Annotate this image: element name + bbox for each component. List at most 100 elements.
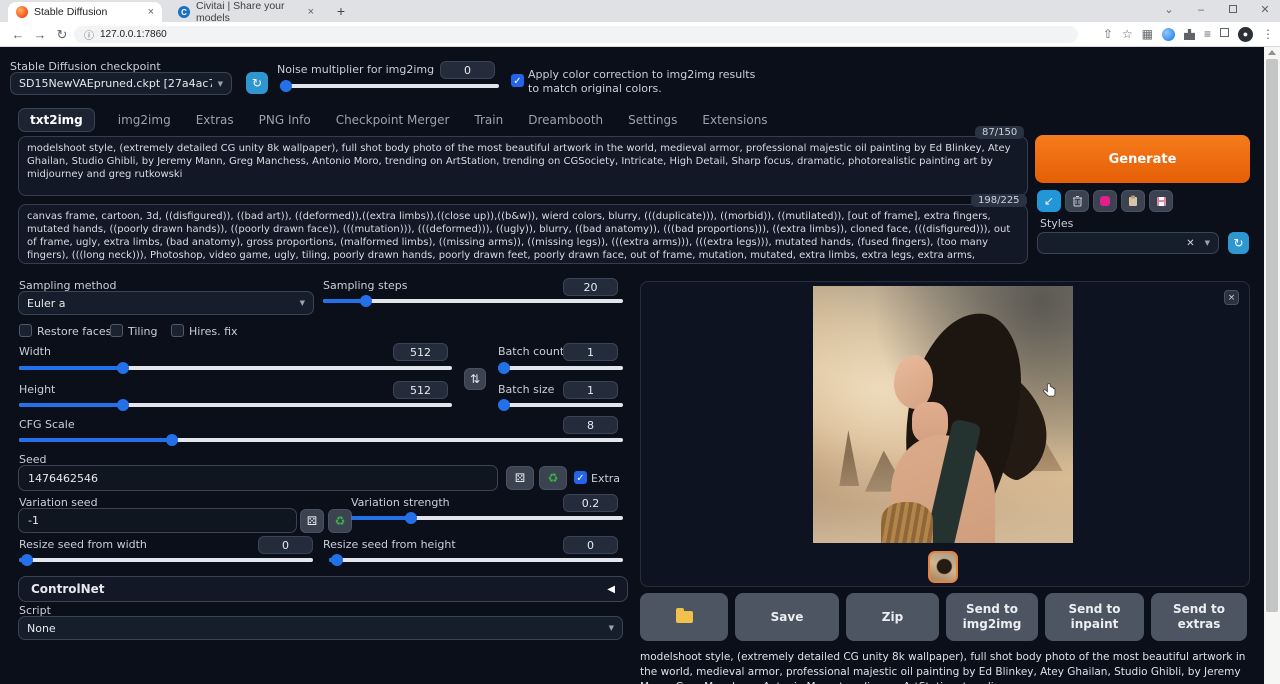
share-icon[interactable]: ⇧ xyxy=(1103,25,1113,44)
site-info-icon[interactable]: ⓘ xyxy=(84,27,94,42)
cfg-scale-slider[interactable] xyxy=(19,434,623,446)
scrollbar-thumb[interactable] xyxy=(1266,59,1278,612)
hires-fix-checkbox[interactable] xyxy=(171,324,184,337)
swap-dimensions-icon[interactable]: ⇅ xyxy=(464,368,486,390)
tab-settings[interactable]: Settings xyxy=(626,109,679,131)
open-folder-button[interactable] xyxy=(640,593,728,641)
tab-extras[interactable]: Extras xyxy=(194,109,236,131)
slider-handle[interactable] xyxy=(360,295,372,307)
batch-count-slider[interactable] xyxy=(498,362,623,374)
clear-prompt-trash-icon[interactable] xyxy=(1065,190,1089,212)
profile-avatar[interactable]: ● xyxy=(1238,27,1253,42)
save-button[interactable]: Save xyxy=(735,593,839,641)
variation-recycle-icon[interactable]: ♻ xyxy=(328,509,352,533)
slider-handle[interactable] xyxy=(117,399,129,411)
width-value[interactable] xyxy=(393,343,448,361)
variation-seed-input[interactable] xyxy=(18,508,297,533)
resize-seed-height-value[interactable] xyxy=(563,536,618,554)
paste-params-icon[interactable]: ↙ xyxy=(1037,190,1061,212)
page-scrollbar[interactable] xyxy=(1264,47,1280,684)
tab-close-icon[interactable]: × xyxy=(148,6,154,18)
slider-handle[interactable] xyxy=(280,80,292,92)
extension-blue-icon[interactable] xyxy=(1162,28,1175,41)
clear-styles-icon[interactable]: ✕ xyxy=(1186,238,1194,249)
tab-train[interactable]: Train xyxy=(472,109,505,131)
width-slider[interactable] xyxy=(19,362,452,374)
resize-seed-height-slider[interactable] xyxy=(329,554,623,566)
slider-handle[interactable] xyxy=(405,512,417,524)
variation-dice-icon[interactable]: ⚄ xyxy=(300,509,324,533)
random-seed-dice-icon[interactable]: ⚄ xyxy=(506,466,534,490)
window-minimize-button[interactable]: – xyxy=(1186,0,1216,22)
slider-handle[interactable] xyxy=(166,434,178,446)
resize-seed-width-slider[interactable] xyxy=(19,554,313,566)
generate-button[interactable]: Generate xyxy=(1035,135,1250,183)
new-tab-button[interactable]: + xyxy=(332,3,350,21)
extra-networks-icon[interactable] xyxy=(1093,190,1117,212)
side-panel-icon[interactable] xyxy=(1220,25,1229,44)
extra-seed-checkbox[interactable]: ✓ xyxy=(574,471,587,484)
tab-close-icon[interactable]: × xyxy=(308,6,314,18)
scroll-up-arrow-icon[interactable] xyxy=(1268,50,1276,55)
slider-handle[interactable] xyxy=(331,554,343,566)
color-correction-checkbox[interactable]: ✓ xyxy=(511,74,524,87)
styles-dropdown[interactable]: ✕ ▼ xyxy=(1037,232,1219,254)
browser-tab-civitai[interactable]: C Civitai | Share your models × xyxy=(170,2,322,22)
controlnet-accordion[interactable]: ControlNet ◀ xyxy=(18,576,628,602)
tab-checkpoint-merger[interactable]: Checkpoint Merger xyxy=(334,109,452,131)
slider-handle[interactable] xyxy=(117,362,129,374)
extensions-puzzle-icon[interactable] xyxy=(1184,29,1195,40)
extensions-grid-icon[interactable]: ▦ xyxy=(1142,25,1153,44)
tiling-checkbox[interactable] xyxy=(110,324,123,337)
tab-extensions[interactable]: Extensions xyxy=(700,109,769,131)
noise-multiplier-value[interactable] xyxy=(440,61,495,79)
slider-handle[interactable] xyxy=(498,399,510,411)
batch-size-value[interactable] xyxy=(563,381,618,399)
send-to-inpaint-button[interactable]: Send to inpaint xyxy=(1045,593,1144,641)
menu-dots-icon[interactable]: ⋮ xyxy=(1262,25,1274,44)
tab-png-info[interactable]: PNG Info xyxy=(257,109,313,131)
cfg-scale-value[interactable] xyxy=(563,416,618,434)
checkpoint-dropdown[interactable]: SD15NewVAEpruned.ckpt [27a4ac756c] ▼ xyxy=(10,72,232,95)
sampling-steps-value[interactable] xyxy=(563,278,618,296)
reading-list-icon[interactable]: ≡ xyxy=(1204,25,1211,44)
bookmark-star-icon[interactable]: ☆ xyxy=(1122,25,1133,44)
restore-faces-checkbox[interactable] xyxy=(19,324,32,337)
reload-icon[interactable]: ↻ xyxy=(52,25,72,45)
reuse-seed-recycle-icon[interactable]: ♻ xyxy=(539,466,567,490)
resize-seed-width-value[interactable] xyxy=(258,536,313,554)
height-value[interactable] xyxy=(393,381,448,399)
batch-count-value[interactable] xyxy=(563,343,618,361)
noise-multiplier-slider[interactable] xyxy=(280,80,499,92)
negative-prompt-textarea[interactable]: canvas frame, cartoon, 3d, ((disfigured)… xyxy=(18,204,1028,264)
window-close-button[interactable]: ✕ xyxy=(1250,0,1280,22)
zip-button[interactable]: Zip xyxy=(846,593,939,641)
variation-strength-value[interactable] xyxy=(563,494,618,512)
back-icon[interactable]: ← xyxy=(8,25,28,45)
gallery-thumbnail[interactable] xyxy=(928,551,958,583)
close-gallery-icon[interactable]: × xyxy=(1224,290,1239,305)
tab-dreambooth[interactable]: Dreambooth xyxy=(526,109,605,131)
generated-image[interactable] xyxy=(813,286,1073,543)
window-menu-icon[interactable]: ⌄ xyxy=(1154,0,1184,22)
batch-size-slider[interactable] xyxy=(498,399,623,411)
apply-styles-clipboard-icon[interactable] xyxy=(1121,190,1145,212)
tab-txt2img[interactable]: txt2img xyxy=(18,108,95,132)
send-to-extras-button[interactable]: Send to extras xyxy=(1151,593,1247,641)
seed-input[interactable] xyxy=(18,465,498,491)
slider-handle[interactable] xyxy=(21,554,33,566)
tab-img2img[interactable]: img2img xyxy=(116,109,173,131)
send-to-img2img-button[interactable]: Send to img2img xyxy=(946,593,1038,641)
checkpoint-refresh-button[interactable]: ↻ xyxy=(246,72,268,94)
window-maximize-button[interactable] xyxy=(1218,0,1248,22)
styles-refresh-button[interactable]: ↻ xyxy=(1228,232,1249,254)
script-dropdown[interactable]: None ▼ xyxy=(18,616,623,640)
sampling-steps-slider[interactable] xyxy=(323,295,623,307)
height-slider[interactable] xyxy=(19,399,452,411)
slider-handle[interactable] xyxy=(498,362,510,374)
address-bar[interactable]: ⓘ 127.0.0.1:7860 xyxy=(74,26,1078,43)
sampling-method-dropdown[interactable]: Euler a ▼ xyxy=(18,291,314,315)
browser-tab-stable-diffusion[interactable]: Stable Diffusion × xyxy=(8,2,162,22)
save-style-floppy-icon[interactable] xyxy=(1149,190,1173,212)
variation-strength-slider[interactable] xyxy=(351,512,623,524)
